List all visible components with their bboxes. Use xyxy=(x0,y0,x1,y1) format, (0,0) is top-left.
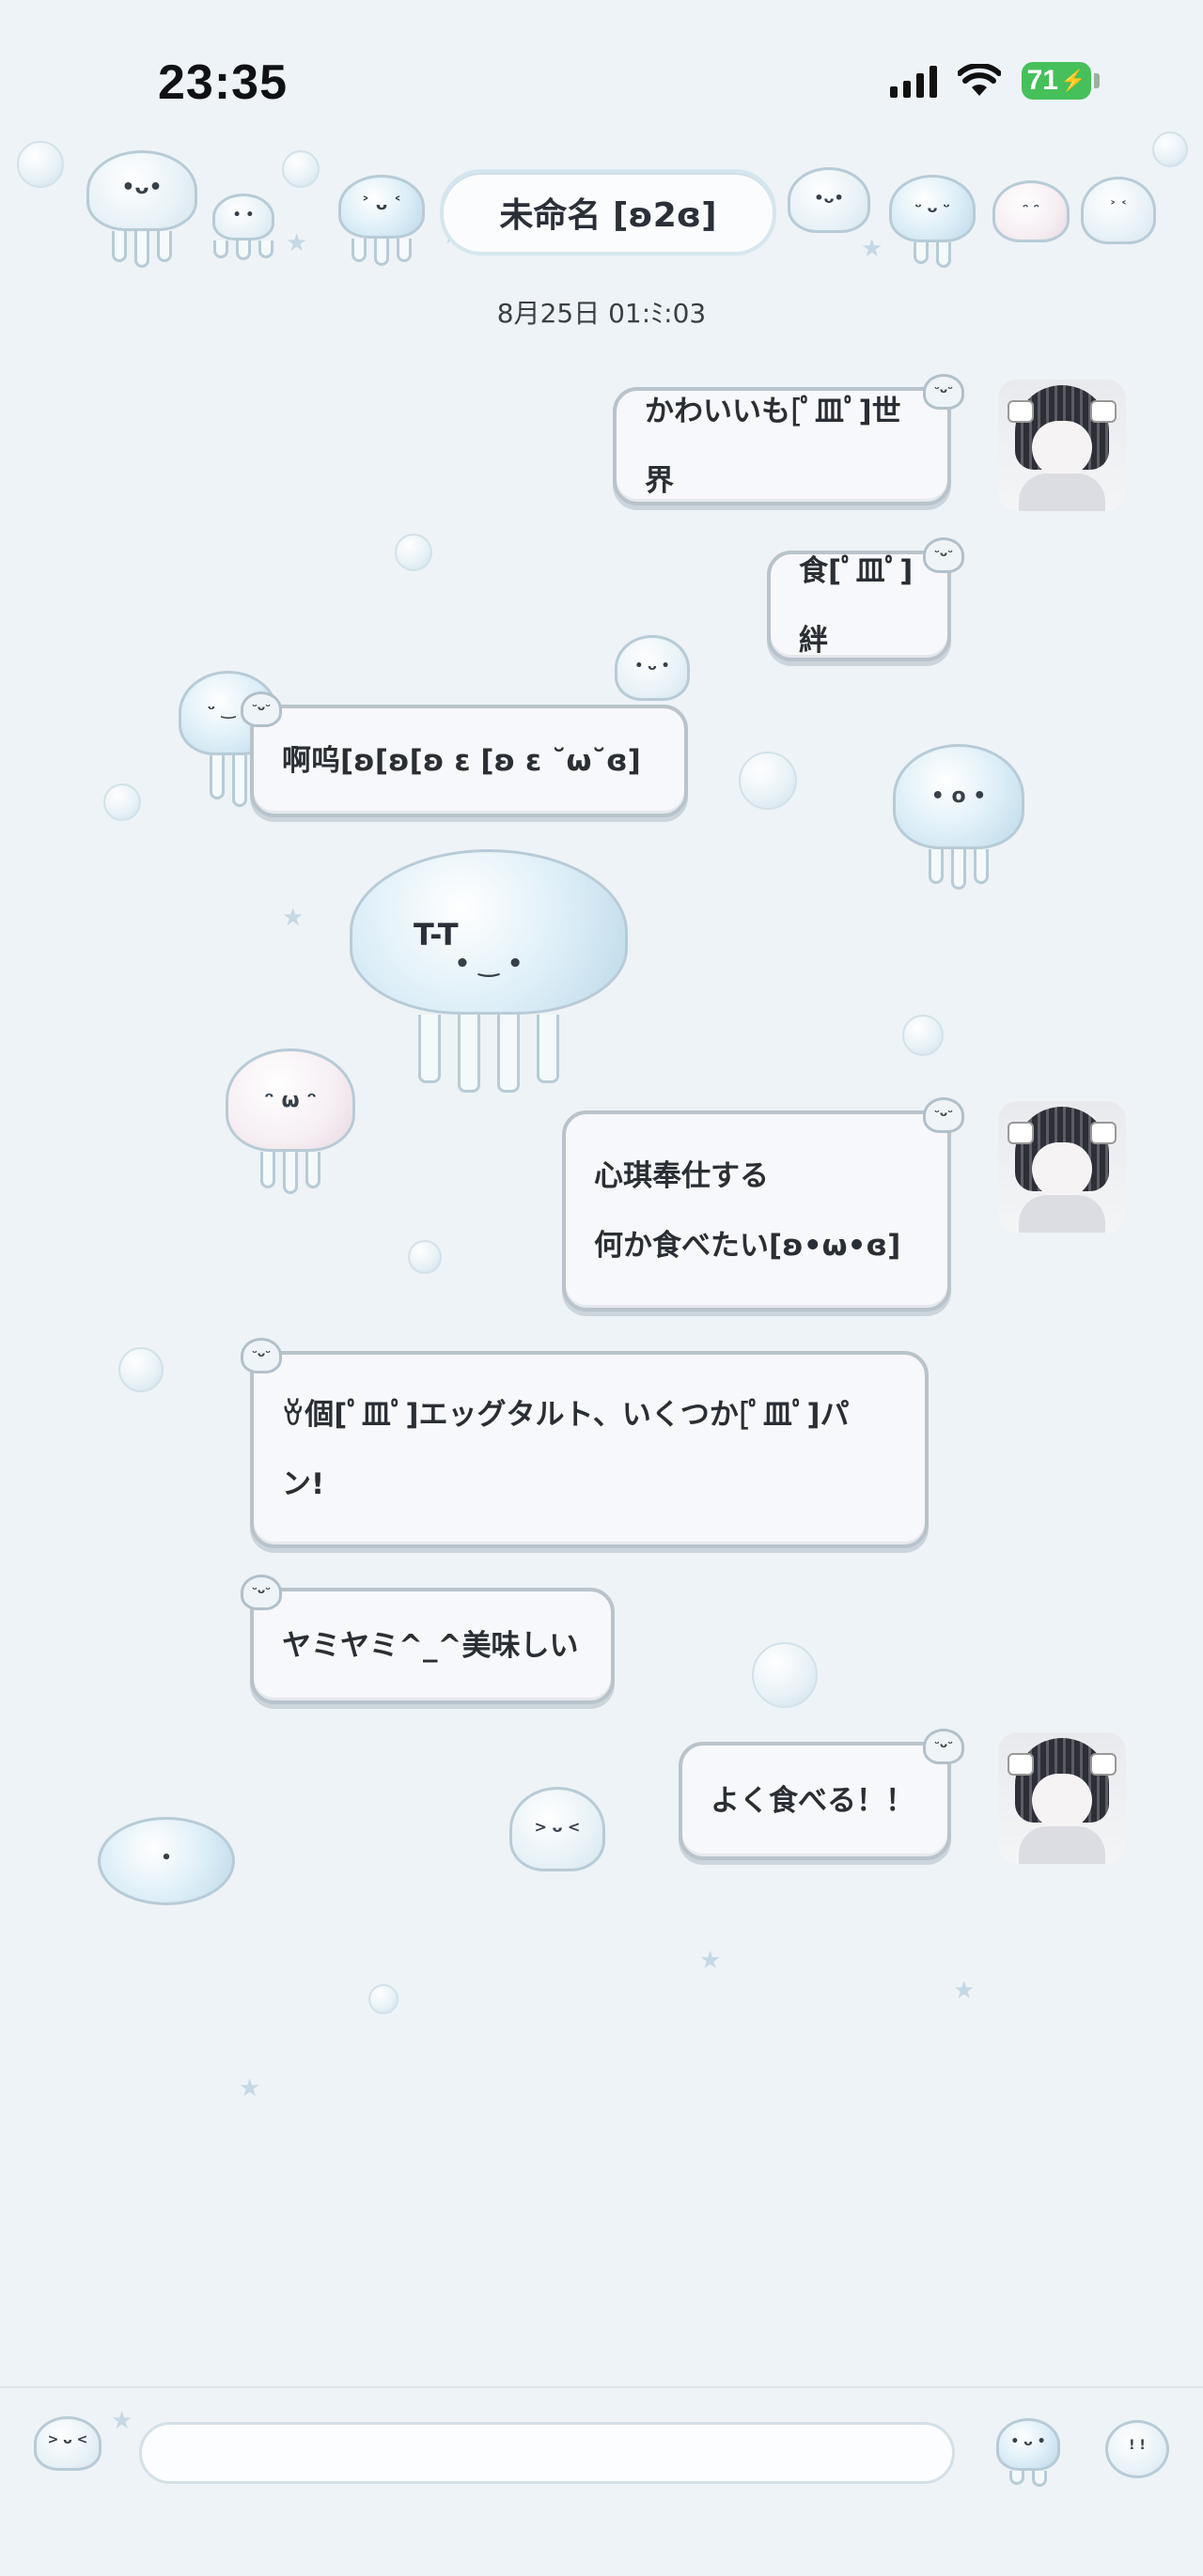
message-text: ꈊ個[ﾟ皿ﾟ]エッグタルト、いくつか[ﾟ皿ﾟ]パ xyxy=(282,1398,850,1432)
jellyfish-decoration-icon: •ᴗ• xyxy=(86,150,197,268)
sticker-caption: T-T xyxy=(414,917,459,953)
battery-level: 71 xyxy=(1026,65,1058,96)
star-decoration-icon: ★ xyxy=(861,235,883,263)
star-decoration-icon: ★ xyxy=(286,229,308,257)
bubble-decoration xyxy=(282,150,320,188)
jellyfish-decoration-icon: > ᴗ < xyxy=(509,1787,605,1871)
jellyfish-sticker-icon: ᵕᴗᵕ xyxy=(241,1338,282,1373)
message-text: 啊呜[ʚ[ʚ[ʚ ε [ʚ ε ˘ω˘ɞ] xyxy=(282,744,641,778)
bubble-decoration xyxy=(17,141,64,188)
star-decoration-icon: ★ xyxy=(699,1947,722,1975)
bubble-decoration xyxy=(368,1984,398,2014)
wifi-icon xyxy=(958,64,1001,96)
star-decoration-icon: ★ xyxy=(282,904,305,932)
jellyfish-sticker-icon: ᵕᴗᵕ xyxy=(923,374,964,410)
bubble-decoration xyxy=(118,1347,164,1392)
jellyfish-sticker-message[interactable]: • ‿ • xyxy=(350,849,628,1093)
message-input[interactable] xyxy=(139,2422,955,2484)
bubble-decoration xyxy=(1152,132,1188,167)
bubble-decoration xyxy=(395,534,432,571)
star-decoration-icon: ★ xyxy=(953,1977,976,2005)
jellyfish-decoration-icon: ᵔ ᵔ xyxy=(992,180,1070,242)
avatar[interactable] xyxy=(998,380,1126,511)
chat-message-incoming[interactable]: ᵕᴗᵕ ヤミヤミ^_^美味しい xyxy=(241,1575,615,1704)
star-decoration-icon: ★ xyxy=(111,2407,133,2435)
status-time: 23:35 xyxy=(158,55,288,110)
avatar[interactable] xyxy=(998,1732,1126,1864)
jellyfish-sticker-icon: ᵕᴗᵕ xyxy=(241,691,282,727)
jellyfish-decoration-icon: ᵔ ω ᵔ xyxy=(226,1048,355,1194)
jellyfish-decoration-icon: • ᴗ • xyxy=(615,635,690,701)
jellyfish-sticker-icon: ᵕᴗᵕ xyxy=(923,1729,964,1764)
jellyfish-sticker-icon: ᵕᴗᵕ xyxy=(923,537,964,573)
jellyfish-decoration-icon: ˃ ᴗ ˂ xyxy=(338,175,425,266)
jellyfish-menu-icon[interactable]: > ᴗ < xyxy=(34,2416,102,2471)
message-text: よく食べる！！ xyxy=(711,1784,914,1818)
message-text: 心琪奉仕する xyxy=(594,1159,769,1193)
chat-message-outgoing[interactable]: ᵕᴗᵕ よく食べる！！ xyxy=(679,1729,964,1860)
message-text: 何か食べたい[ʚ•ω•ɞ] xyxy=(594,1229,901,1263)
jellyfish-decoration-icon: • o • xyxy=(893,744,1024,890)
input-bar-divider xyxy=(0,2386,1203,2388)
cellular-signal-icon xyxy=(890,64,937,98)
chat-message-outgoing[interactable]: ᵕᴗᵕ 食[ﾟ皿ﾟ]絆 xyxy=(767,537,964,661)
jellyfish-sticker-icon: ᵕᴗᵕ xyxy=(923,1097,964,1133)
message-text: かわいいも[ﾟ皿ﾟ]世界 xyxy=(645,395,901,498)
message-text: ヤミヤミ^_^美味しい xyxy=(282,1629,579,1663)
skull-emoji-icon[interactable]: ! ! xyxy=(1105,2420,1169,2478)
message-text: ン! xyxy=(282,1467,325,1501)
jellyfish-sticker-icon[interactable]: • ᴗ • xyxy=(996,2418,1060,2487)
avatar[interactable] xyxy=(998,1101,1126,1233)
status-icons: 71 ⚡ xyxy=(890,62,1100,100)
chat-title[interactable]: 未命名 [ʚ2ɞ] xyxy=(440,169,776,256)
bubble-decoration xyxy=(739,752,797,810)
bubble-decoration xyxy=(902,1015,944,1056)
star-decoration-icon: ★ xyxy=(239,2074,261,2103)
jellyfish-decoration-icon: ᵕ ᴗ ᵕ xyxy=(889,175,976,268)
chat-message-outgoing[interactable]: ᵕᴗᵕ かわいいも[ﾟ皿ﾟ]世界 xyxy=(613,374,964,505)
bubble-decoration xyxy=(408,1240,442,1274)
bubble-decoration xyxy=(103,784,141,821)
fish-decoration-icon: • xyxy=(98,1817,235,1905)
jellyfish-decoration-icon: ˃ ˂ xyxy=(1081,177,1156,244)
chat-timestamp: 8月25日 01:ﾐ:03 xyxy=(496,298,707,329)
jellyfish-decoration-icon: • • xyxy=(212,194,274,260)
message-text: 食[ﾟ皿ﾟ]絆 xyxy=(799,554,914,658)
jellyfish-sticker-icon: ᵕᴗᵕ xyxy=(241,1575,282,1610)
chat-message-incoming[interactable]: ᵕᴗᵕ 啊呜[ʚ[ʚ[ʚ ε [ʚ ε ˘ω˘ɞ] xyxy=(241,691,688,817)
bubble-decoration xyxy=(752,1642,818,1708)
chat-message-outgoing[interactable]: ᵕᴗᵕ 心琪奉仕する 何か食べたい[ʚ•ω•ɞ] xyxy=(562,1097,964,1311)
battery-charging-icon: 71 ⚡ xyxy=(1022,62,1100,100)
jellyfish-decoration-icon: •ᴗ• xyxy=(788,167,870,233)
chat-message-incoming[interactable]: ᵕᴗᵕ ꈊ個[ﾟ皿ﾟ]エッグタルト、いくつか[ﾟ皿ﾟ]パ ン! xyxy=(241,1338,929,1548)
